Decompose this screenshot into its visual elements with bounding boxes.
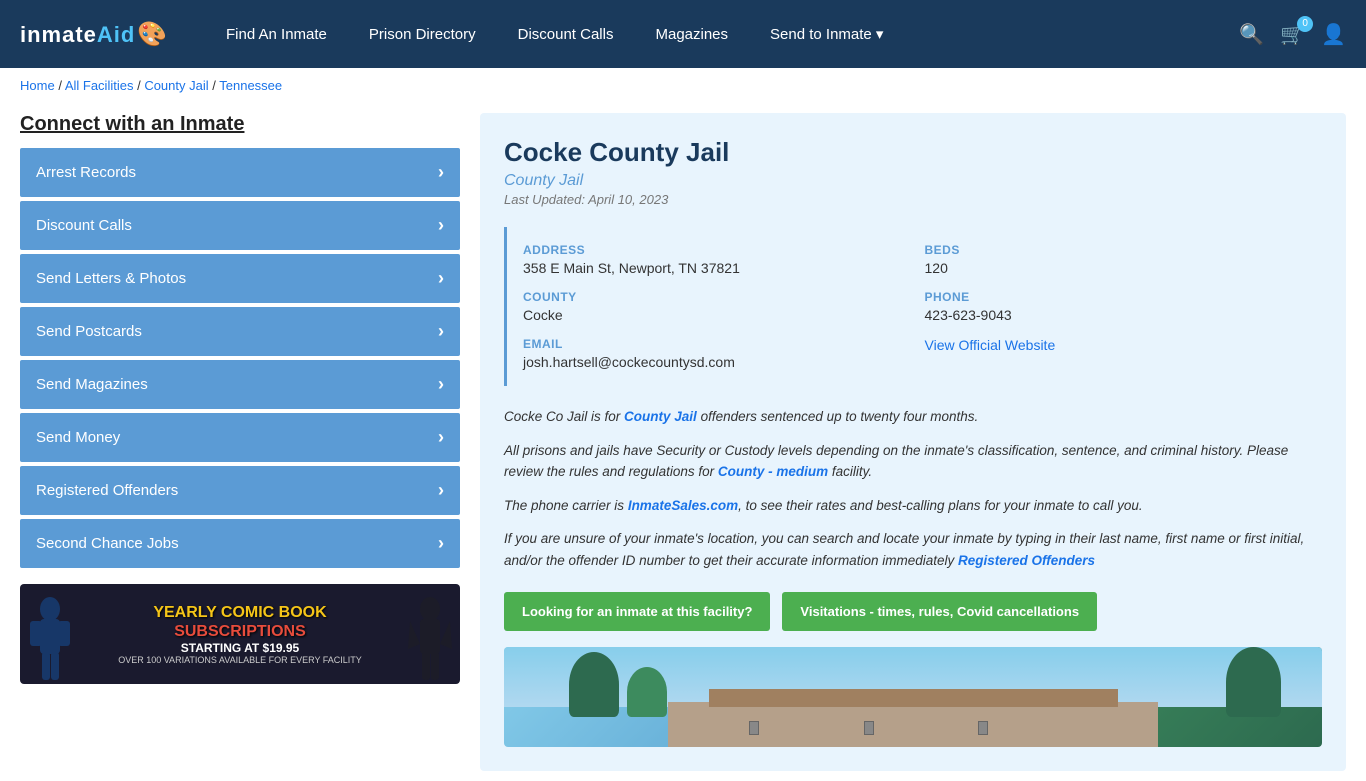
sidebar-item-send-magazines[interactable]: Send Magazines ›	[20, 360, 460, 409]
action-buttons: Looking for an inmate at this facility? …	[504, 592, 1322, 631]
window-icon	[749, 721, 759, 735]
facility-type: County Jail	[504, 172, 1322, 190]
phone-block: PHONE 423-623-9043	[925, 290, 1307, 323]
email-value: josh.hartsell@cockecountysd.com	[523, 354, 905, 370]
email-block: EMAIL josh.hartsell@cockecountysd.com	[523, 337, 905, 370]
logo[interactable]: inmateAid🎨	[20, 20, 168, 49]
sidebar-menu: Arrest Records › Discount Calls › Send L…	[20, 148, 460, 568]
sidebar-item-second-chance-jobs[interactable]: Second Chance Jobs ›	[20, 519, 460, 568]
address-value: 358 E Main St, Newport, TN 37821	[523, 260, 905, 276]
facility-image	[504, 647, 1322, 747]
ad-content: YEARLY COMIC BOOK SUBSCRIPTIONS STARTING…	[118, 603, 362, 665]
sidebar-item-send-letters-photos[interactable]: Send Letters & Photos ›	[20, 254, 460, 303]
nav-send-to-inmate[interactable]: Send to Inmate ▾	[754, 17, 899, 51]
description-4: If you are unsure of your inmate's locat…	[504, 528, 1322, 571]
nav: Find An Inmate Prison Directory Discount…	[210, 17, 1209, 51]
address-label: ADDRESS	[523, 243, 905, 257]
info-divider: ADDRESS 358 E Main St, Newport, TN 37821…	[504, 227, 1322, 386]
facility-content: Cocke County Jail County Jail Last Updat…	[480, 113, 1346, 771]
registered-offenders-link[interactable]: Registered Offenders	[958, 553, 1095, 568]
address-block: ADDRESS 358 E Main St, Newport, TN 37821	[523, 243, 905, 276]
sidebar-item-arrest-records[interactable]: Arrest Records ›	[20, 148, 460, 197]
nav-prison-directory[interactable]: Prison Directory	[353, 18, 492, 51]
superhero-left-icon	[25, 594, 75, 684]
sidebar-item-label: Discount Calls	[36, 217, 132, 234]
sidebar-item-label: Arrest Records	[36, 164, 136, 181]
chevron-right-icon: ›	[438, 480, 444, 501]
sidebar-title: Connect with an Inmate	[20, 113, 460, 136]
building-roof-icon	[709, 689, 1118, 707]
nav-discount-calls[interactable]: Discount Calls	[502, 18, 630, 51]
sidebar: Connect with an Inmate Arrest Records › …	[20, 113, 460, 771]
chevron-right-icon: ›	[438, 215, 444, 236]
breadcrumb: Home / All Facilities / County Jail / Te…	[0, 68, 1366, 103]
sidebar-item-label: Send Letters & Photos	[36, 270, 186, 287]
county-value: Cocke	[523, 307, 905, 323]
search-icon[interactable]: 🔍	[1239, 22, 1264, 47]
sidebar-item-label: Send Magazines	[36, 376, 148, 393]
beds-label: BEDS	[925, 243, 1307, 257]
ad-banner[interactable]: YEARLY COMIC BOOK SUBSCRIPTIONS STARTING…	[20, 584, 460, 684]
superhero-right-icon	[405, 594, 455, 684]
sidebar-item-label: Send Money	[36, 429, 120, 446]
header: inmateAid🎨 Find An Inmate Prison Directo…	[0, 0, 1366, 68]
ad-title: YEARLY COMIC BOOK SUBSCRIPTIONS	[118, 603, 362, 641]
chevron-right-icon: ›	[438, 162, 444, 183]
chevron-right-icon: ›	[438, 533, 444, 554]
breadcrumb-home[interactable]: Home	[20, 78, 55, 93]
county-jail-link-1[interactable]: County Jail	[624, 409, 697, 424]
sidebar-item-discount-calls[interactable]: Discount Calls ›	[20, 201, 460, 250]
cart-badge: 0	[1297, 16, 1313, 32]
logo-area: inmateAid🎨	[20, 20, 180, 49]
sidebar-item-send-money[interactable]: Send Money ›	[20, 413, 460, 462]
sidebar-item-label: Registered Offenders	[36, 482, 178, 499]
facility-name: Cocke County Jail	[504, 137, 1322, 168]
window-icon	[864, 721, 874, 735]
description-2: All prisons and jails have Security or C…	[504, 440, 1322, 483]
chevron-right-icon: ›	[438, 374, 444, 395]
email-label: EMAIL	[523, 337, 905, 351]
tree-left2-icon	[627, 667, 667, 717]
inmate-sales-link[interactable]: InmateSales.com	[628, 498, 738, 513]
county-medium-link[interactable]: County - medium	[718, 464, 828, 479]
tree-right-icon	[1226, 647, 1281, 717]
county-label: COUNTY	[523, 290, 905, 304]
description-3: The phone carrier is InmateSales.com, to…	[504, 495, 1322, 517]
chevron-right-icon: ›	[438, 427, 444, 448]
ad-variations: OVER 100 VARIATIONS AVAILABLE FOR EVERY …	[118, 655, 362, 665]
tree-left-icon	[569, 652, 619, 717]
nav-right: 🔍 🛒 0 👤	[1239, 22, 1346, 47]
website-block: View Official Website	[925, 337, 1307, 370]
info-grid: ADDRESS 358 E Main St, Newport, TN 37821…	[507, 227, 1322, 386]
last-updated: Last Updated: April 10, 2023	[504, 192, 1322, 207]
sidebar-item-send-postcards[interactable]: Send Postcards ›	[20, 307, 460, 356]
county-block: COUNTY Cocke	[523, 290, 905, 323]
cart-icon[interactable]: 🛒 0	[1280, 22, 1305, 47]
breadcrumb-all-facilities[interactable]: All Facilities	[65, 78, 134, 93]
sidebar-item-label: Second Chance Jobs	[36, 535, 179, 552]
nav-magazines[interactable]: Magazines	[639, 18, 744, 51]
beds-block: BEDS 120	[925, 243, 1307, 276]
chevron-right-icon: ›	[438, 268, 444, 289]
nav-find-inmate[interactable]: Find An Inmate	[210, 18, 343, 51]
visitations-button[interactable]: Visitations - times, rules, Covid cancel…	[782, 592, 1097, 631]
user-icon[interactable]: 👤	[1321, 22, 1346, 47]
phone-value: 423-623-9043	[925, 307, 1307, 323]
sidebar-item-label: Send Postcards	[36, 323, 142, 340]
window-icon	[978, 721, 988, 735]
official-website-link[interactable]: View Official Website	[925, 337, 1056, 353]
building-icon	[668, 702, 1159, 747]
sidebar-item-registered-offenders[interactable]: Registered Offenders ›	[20, 466, 460, 515]
breadcrumb-tennessee[interactable]: Tennessee	[219, 78, 282, 93]
breadcrumb-county-jail[interactable]: County Jail	[144, 78, 208, 93]
beds-value: 120	[925, 260, 1307, 276]
looking-for-inmate-button[interactable]: Looking for an inmate at this facility?	[504, 592, 770, 631]
chevron-right-icon: ›	[438, 321, 444, 342]
main-layout: Connect with an Inmate Arrest Records › …	[0, 103, 1366, 781]
description-1: Cocke Co Jail is for County Jail offende…	[504, 406, 1322, 428]
phone-label: PHONE	[925, 290, 1307, 304]
ad-price: STARTING AT $19.95	[118, 641, 362, 655]
